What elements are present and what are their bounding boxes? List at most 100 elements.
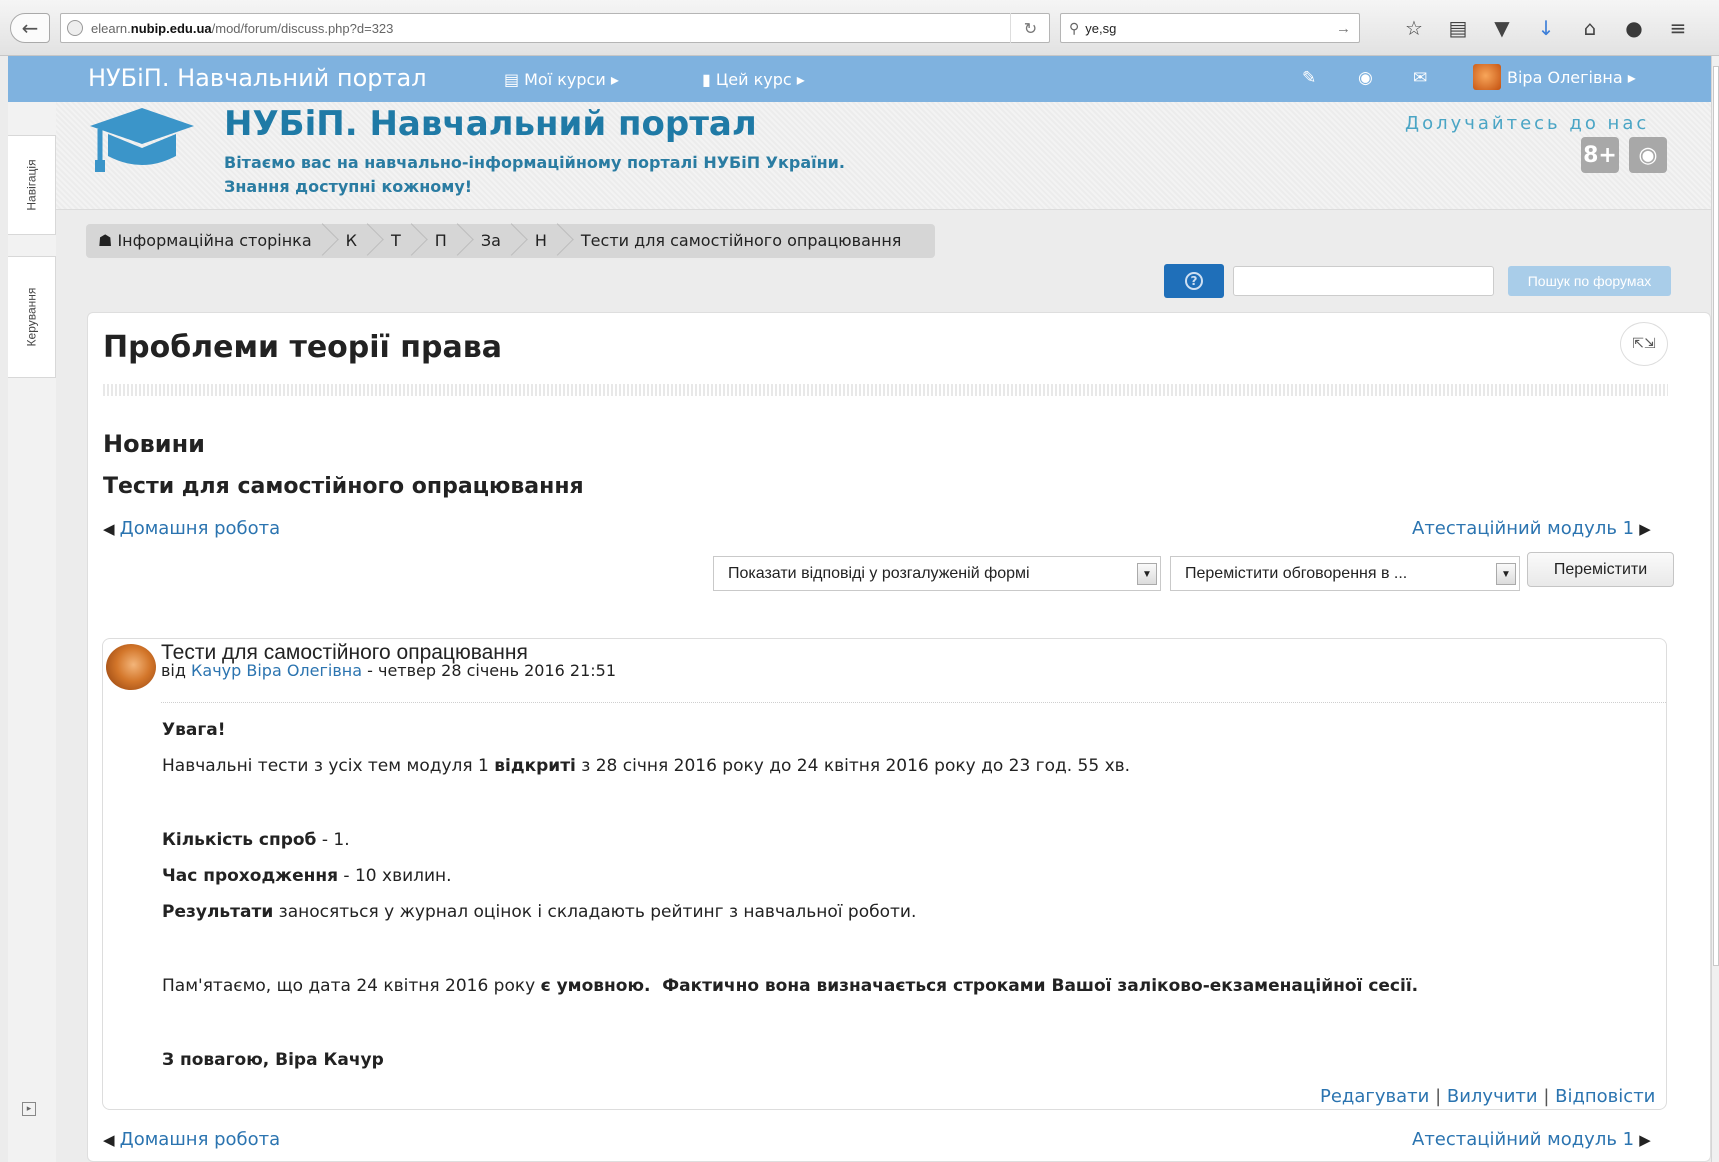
help-icon: ? <box>1185 272 1203 290</box>
browser-search-input[interactable]: ⚲ ye,sg → <box>1060 13 1360 43</box>
messages-icon[interactable]: ✉ <box>1413 68 1427 88</box>
post-commands: Редагувати | Вилучити | Відповісти <box>1320 1086 1656 1107</box>
move-button[interactable]: Перемістити <box>1527 552 1674 587</box>
breadcrumb-item[interactable]: Н <box>521 224 567 258</box>
site-navbar: НУБіП. Навчальний портал ▤ Мої курси ▸ ▮ Ц… <box>8 56 1711 102</box>
chat-icon[interactable]: ● <box>1612 12 1656 44</box>
download-icon[interactable]: ↓ <box>1524 12 1568 44</box>
move-discussion-value: Перемістити обговорення в ... <box>1185 564 1408 582</box>
forum-search-input[interactable] <box>1233 266 1494 296</box>
post-paragraph-attempts: Кількість спроб - 1. <box>162 830 350 850</box>
user-menu[interactable]: Віра Олегівна ▸ <box>1473 64 1636 90</box>
navbar-brand[interactable]: НУБіП. Навчальний портал <box>88 64 427 92</box>
next-discussion-link[interactable]: Атестаційний модуль 1 ▶ <box>1412 518 1651 539</box>
divider <box>103 384 1668 396</box>
reply-post-link[interactable]: Відповісти <box>1555 1086 1655 1107</box>
briefcase-icon: ▤ <box>504 70 520 89</box>
reload-icon[interactable]: ↻ <box>1010 13 1050 43</box>
my-courses-label: Мої курси <box>524 70 606 89</box>
graduation-cap-icon <box>90 108 194 172</box>
my-courses-menu[interactable]: ▤ Мої курси ▸ <box>504 70 619 89</box>
google-plus-text: 8+ <box>1583 142 1617 168</box>
book-icon: ▮ <box>702 70 711 89</box>
post-date: четвер 28 січень 2016 21:51 <box>378 661 617 680</box>
display-mode-value: Показати відповіді у розгалуженій формі <box>728 564 1030 582</box>
url-host: nubip.edu.ua <box>130 20 212 36</box>
post-paragraph-time: Час проходження - 10 хвилин. <box>162 866 452 886</box>
forum-search-button[interactable]: Пошук по форумах <box>1508 266 1671 296</box>
breadcrumb-item[interactable]: За <box>467 224 521 258</box>
dock-tab-administration-label: Керування <box>24 287 39 347</box>
post-signature: З повагою, Віра Качур <box>162 1050 384 1070</box>
author-avatar[interactable] <box>106 644 156 690</box>
prev-discussion-link[interactable]: ◀ Домашня робота <box>103 518 280 539</box>
breadcrumb-home-label: Інформаційна сторінка <box>117 231 312 250</box>
move-discussion-select[interactable]: Перемістити обговорення в ... ▼ <box>1170 556 1520 591</box>
browser-toolbar: ← elearn. nubip.edu.ua/mod/forum/discuss.… <box>0 0 1719 56</box>
breadcrumb-item[interactable]: К <box>332 224 377 258</box>
prev-discussion-link-bottom[interactable]: ◀ Домашня робота <box>103 1129 280 1150</box>
scrollbar-thumb[interactable] <box>1713 66 1719 966</box>
next-discussion-label[interactable]: Атестаційний модуль 1 <box>1412 518 1634 539</box>
post-paragraph-note: Пам'ятаємо, що дата 24 квітня 2016 року … <box>162 976 1419 996</box>
prev-discussion-label[interactable]: Домашня робота <box>120 1129 281 1150</box>
breadcrumb-current[interactable]: Тести для самостійного опрацювання <box>567 224 922 258</box>
prev-arrow-icon: ◀ <box>103 520 115 538</box>
breadcrumb-item[interactable]: П <box>421 224 467 258</box>
url-path: /mod/forum/discuss.php?d=323 <box>211 20 394 36</box>
home-icon[interactable]: ⌂ <box>1568 12 1612 44</box>
dock-tab-administration[interactable]: Керування <box>8 256 56 378</box>
site-subtitle-line1: Вітаємо вас на навчально-інформаційному … <box>224 153 845 172</box>
prev-arrow-icon: ◀ <box>103 1131 115 1149</box>
user-name: Віра Олегівна <box>1507 67 1623 87</box>
edit-post-link[interactable]: Редагувати <box>1320 1086 1429 1107</box>
notification-icon[interactable]: ◉ <box>1358 68 1373 88</box>
next-arrow-icon: ▶ <box>1639 1131 1651 1149</box>
post-separator <box>161 702 1666 703</box>
url-bar[interactable]: elearn. nubip.edu.ua/mod/forum/discuss.ph… <box>60 13 1050 43</box>
discussion-title: Тести для самостійного опрацювання <box>103 474 584 499</box>
post-attention: Увага! <box>162 720 226 740</box>
post-paragraph-open-dates: Навчальні тести з усіх тем модуля 1 відк… <box>162 756 1131 776</box>
site-title: НУБіП. Навчальний портал <box>224 104 757 144</box>
search-icon: ⚲ <box>1069 19 1080 36</box>
post-byline: від Качур Віра Олегівна - четвер 28 січе… <box>161 661 617 680</box>
back-icon[interactable]: ← <box>10 13 50 43</box>
reading-list-icon[interactable]: ▤ <box>1436 12 1480 44</box>
next-arrow-icon: ▶ <box>1639 520 1651 538</box>
course-title: Проблеми теорії права <box>103 330 502 365</box>
fullscreen-icon[interactable]: ⇱⇲ <box>1620 322 1668 366</box>
menu-icon[interactable]: ≡ <box>1656 12 1700 44</box>
breadcrumb-home[interactable]: ☗ Інформаційна сторінка <box>98 224 332 258</box>
this-course-menu[interactable]: ▮ Цей курс ▸ <box>702 70 805 89</box>
chevron-down-icon: ▼ <box>1137 563 1157 585</box>
next-discussion-link-bottom[interactable]: Атестаційний модуль 1 ▶ <box>1412 1129 1651 1150</box>
edit-icon[interactable]: ✎ <box>1302 68 1316 88</box>
chevron-down-icon: ▼ <box>1496 563 1516 585</box>
this-course-label: Цей курс <box>715 70 792 89</box>
pocket-icon[interactable]: ▼ <box>1480 12 1524 44</box>
globe-icon <box>67 20 83 36</box>
vk-icon[interactable]: ◉ <box>1629 137 1667 173</box>
help-button[interactable]: ? <box>1164 264 1224 298</box>
browser-search-value: ye,sg <box>1085 20 1117 36</box>
next-discussion-label[interactable]: Атестаційний модуль 1 <box>1412 1129 1634 1150</box>
vertical-scrollbar[interactable] <box>1711 56 1719 1162</box>
delete-post-link[interactable]: Вилучити <box>1447 1086 1538 1107</box>
post-author-link[interactable]: Качур Віра Олегівна <box>191 661 362 680</box>
breadcrumb-item[interactable]: Т <box>377 224 421 258</box>
dock-tab-navigation[interactable]: Навігація <box>8 135 56 235</box>
forum-name: Новини <box>103 430 205 458</box>
dock-toggle-icon[interactable]: ▸ <box>22 1102 36 1116</box>
join-us-label: Долучайтесь до нас <box>1405 113 1650 134</box>
google-plus-icon[interactable]: 8+ <box>1581 137 1619 173</box>
go-arrow-icon[interactable]: → <box>1336 20 1351 37</box>
user-avatar <box>1473 64 1501 90</box>
dock-tab-navigation-label: Навігація <box>24 159 39 211</box>
bookmark-star-icon[interactable]: ☆ <box>1392 12 1436 44</box>
site-subtitle-line2: Знання доступні кожному! <box>224 177 473 196</box>
post-paragraph-results: Результати заносяться у журнал оцінок і … <box>162 902 917 922</box>
prev-discussion-label[interactable]: Домашня робота <box>120 518 281 539</box>
breadcrumb: ☗ Інформаційна сторінка К Т П За Н Тести… <box>86 224 936 258</box>
display-mode-select[interactable]: Показати відповіді у розгалуженій формі … <box>713 556 1161 591</box>
